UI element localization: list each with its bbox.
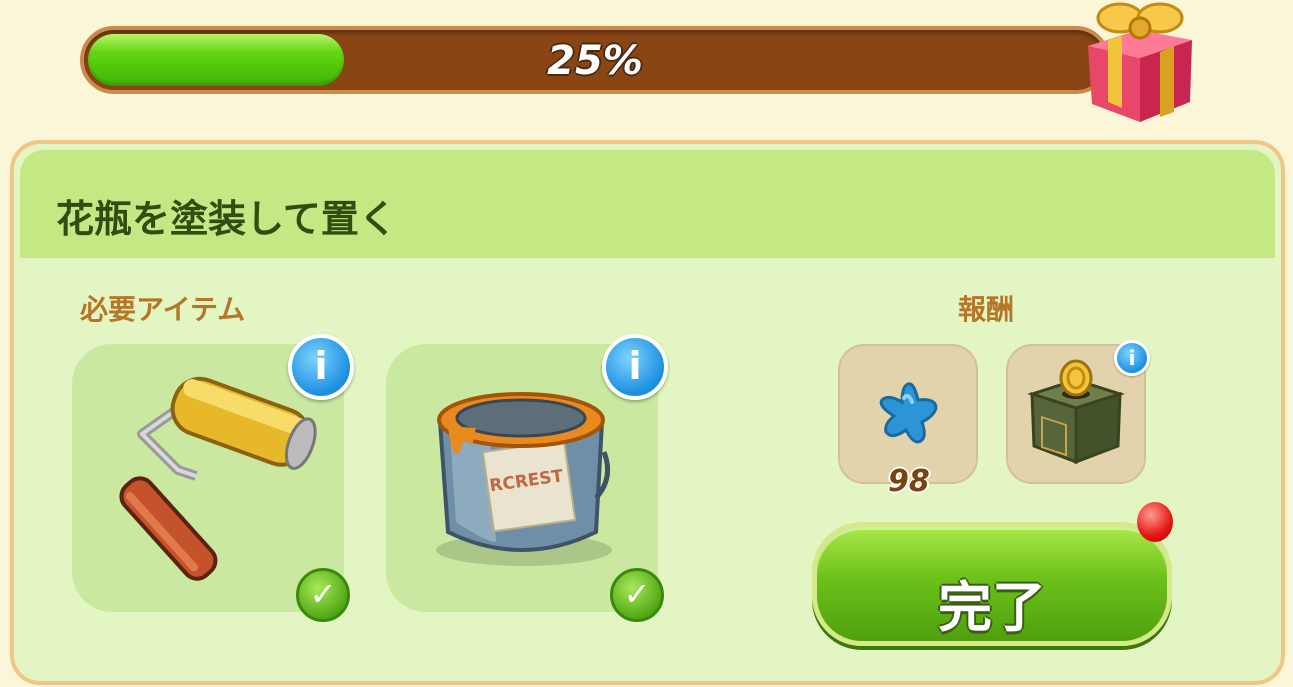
coin-box-icon: [1027, 359, 1125, 465]
required-items-label: 必要アイテム: [80, 293, 246, 326]
task-title: 花瓶を塗装して置く: [56, 197, 397, 241]
info-icon[interactable]: i: [288, 334, 354, 400]
reward-count: 98: [888, 464, 930, 499]
progress-label: 25%: [547, 38, 643, 84]
task-header: 花瓶を塗装して置く: [20, 150, 1275, 258]
reward-coin-box[interactable]: i: [1006, 340, 1150, 484]
required-item-paint-bucket[interactable]: RCREST i ✓: [386, 334, 668, 622]
paint-bucket-icon: RCREST: [436, 392, 612, 566]
blue-star-icon: [879, 382, 938, 444]
reward-blue-star[interactable]: [838, 344, 978, 484]
info-icon[interactable]: i: [1114, 340, 1150, 376]
complete-button-label: 完了: [938, 576, 1046, 639]
check-icon: ✓: [610, 568, 664, 622]
check-icon: ✓: [296, 568, 350, 622]
progress-bar: 25%: [80, 26, 1110, 94]
complete-button[interactable]: 完了: [812, 522, 1172, 646]
rewards-label: 報酬: [958, 293, 1015, 326]
required-item-paint-roller[interactable]: i ✓: [72, 334, 354, 622]
paint-roller-icon: [119, 376, 317, 581]
gift-box-icon[interactable]: [1078, 0, 1202, 126]
notification-dot: [1137, 502, 1173, 542]
info-icon[interactable]: i: [602, 334, 668, 400]
